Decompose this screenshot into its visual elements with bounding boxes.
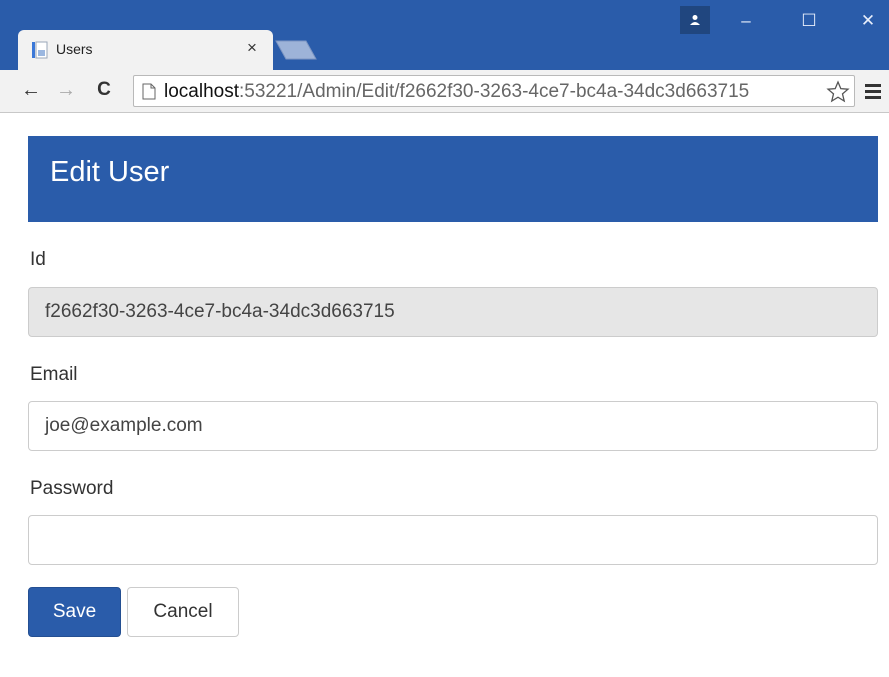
minimize-button[interactable]: – (726, 8, 766, 34)
page-content: Edit User Id f2662f30-3263-4ce7-bc4a-34d… (0, 113, 889, 677)
id-label: Id (30, 249, 46, 270)
maximize-button[interactable]: ☐ (789, 8, 829, 34)
password-field[interactable] (28, 515, 878, 565)
page-title: Edit User (50, 156, 170, 188)
url-path: :53221/Admin/Edit/f2662f30-3263-4ce7-bc4… (239, 81, 750, 102)
favicon-icon (32, 41, 48, 59)
url-text: localhost:53221/Admin/Edit/f2662f30-3263… (164, 81, 749, 103)
email-field[interactable]: joe@example.com (28, 401, 878, 451)
url-host: localhost (164, 81, 239, 102)
star-icon[interactable] (826, 80, 850, 104)
tab-close-icon[interactable]: × (247, 39, 257, 56)
close-button[interactable]: ✕ (848, 8, 888, 34)
cancel-button[interactable]: Cancel (127, 587, 239, 637)
page-icon (142, 83, 156, 100)
new-tab-button[interactable] (274, 40, 318, 60)
email-label: Email (30, 364, 78, 385)
menu-icon[interactable] (862, 80, 884, 102)
reload-button[interactable]: C (90, 76, 118, 104)
browser-titlebar: Users × – ☐ ✕ (0, 0, 889, 70)
save-button[interactable]: Save (28, 587, 121, 637)
back-button[interactable]: ← (17, 76, 45, 104)
profile-icon[interactable] (680, 6, 710, 34)
tab-title: Users (56, 41, 93, 57)
forward-button[interactable]: → (52, 76, 80, 104)
id-field: f2662f30-3263-4ce7-bc4a-34dc3d663715 (28, 287, 878, 337)
browser-toolbar: ← → C localhost:53221/Admin/Edit/f2662f3… (0, 70, 889, 113)
address-bar[interactable]: localhost:53221/Admin/Edit/f2662f30-3263… (133, 75, 855, 107)
browser-tab-users[interactable]: Users × (18, 30, 273, 70)
page-header: Edit User (28, 136, 878, 222)
password-label: Password (30, 478, 114, 499)
